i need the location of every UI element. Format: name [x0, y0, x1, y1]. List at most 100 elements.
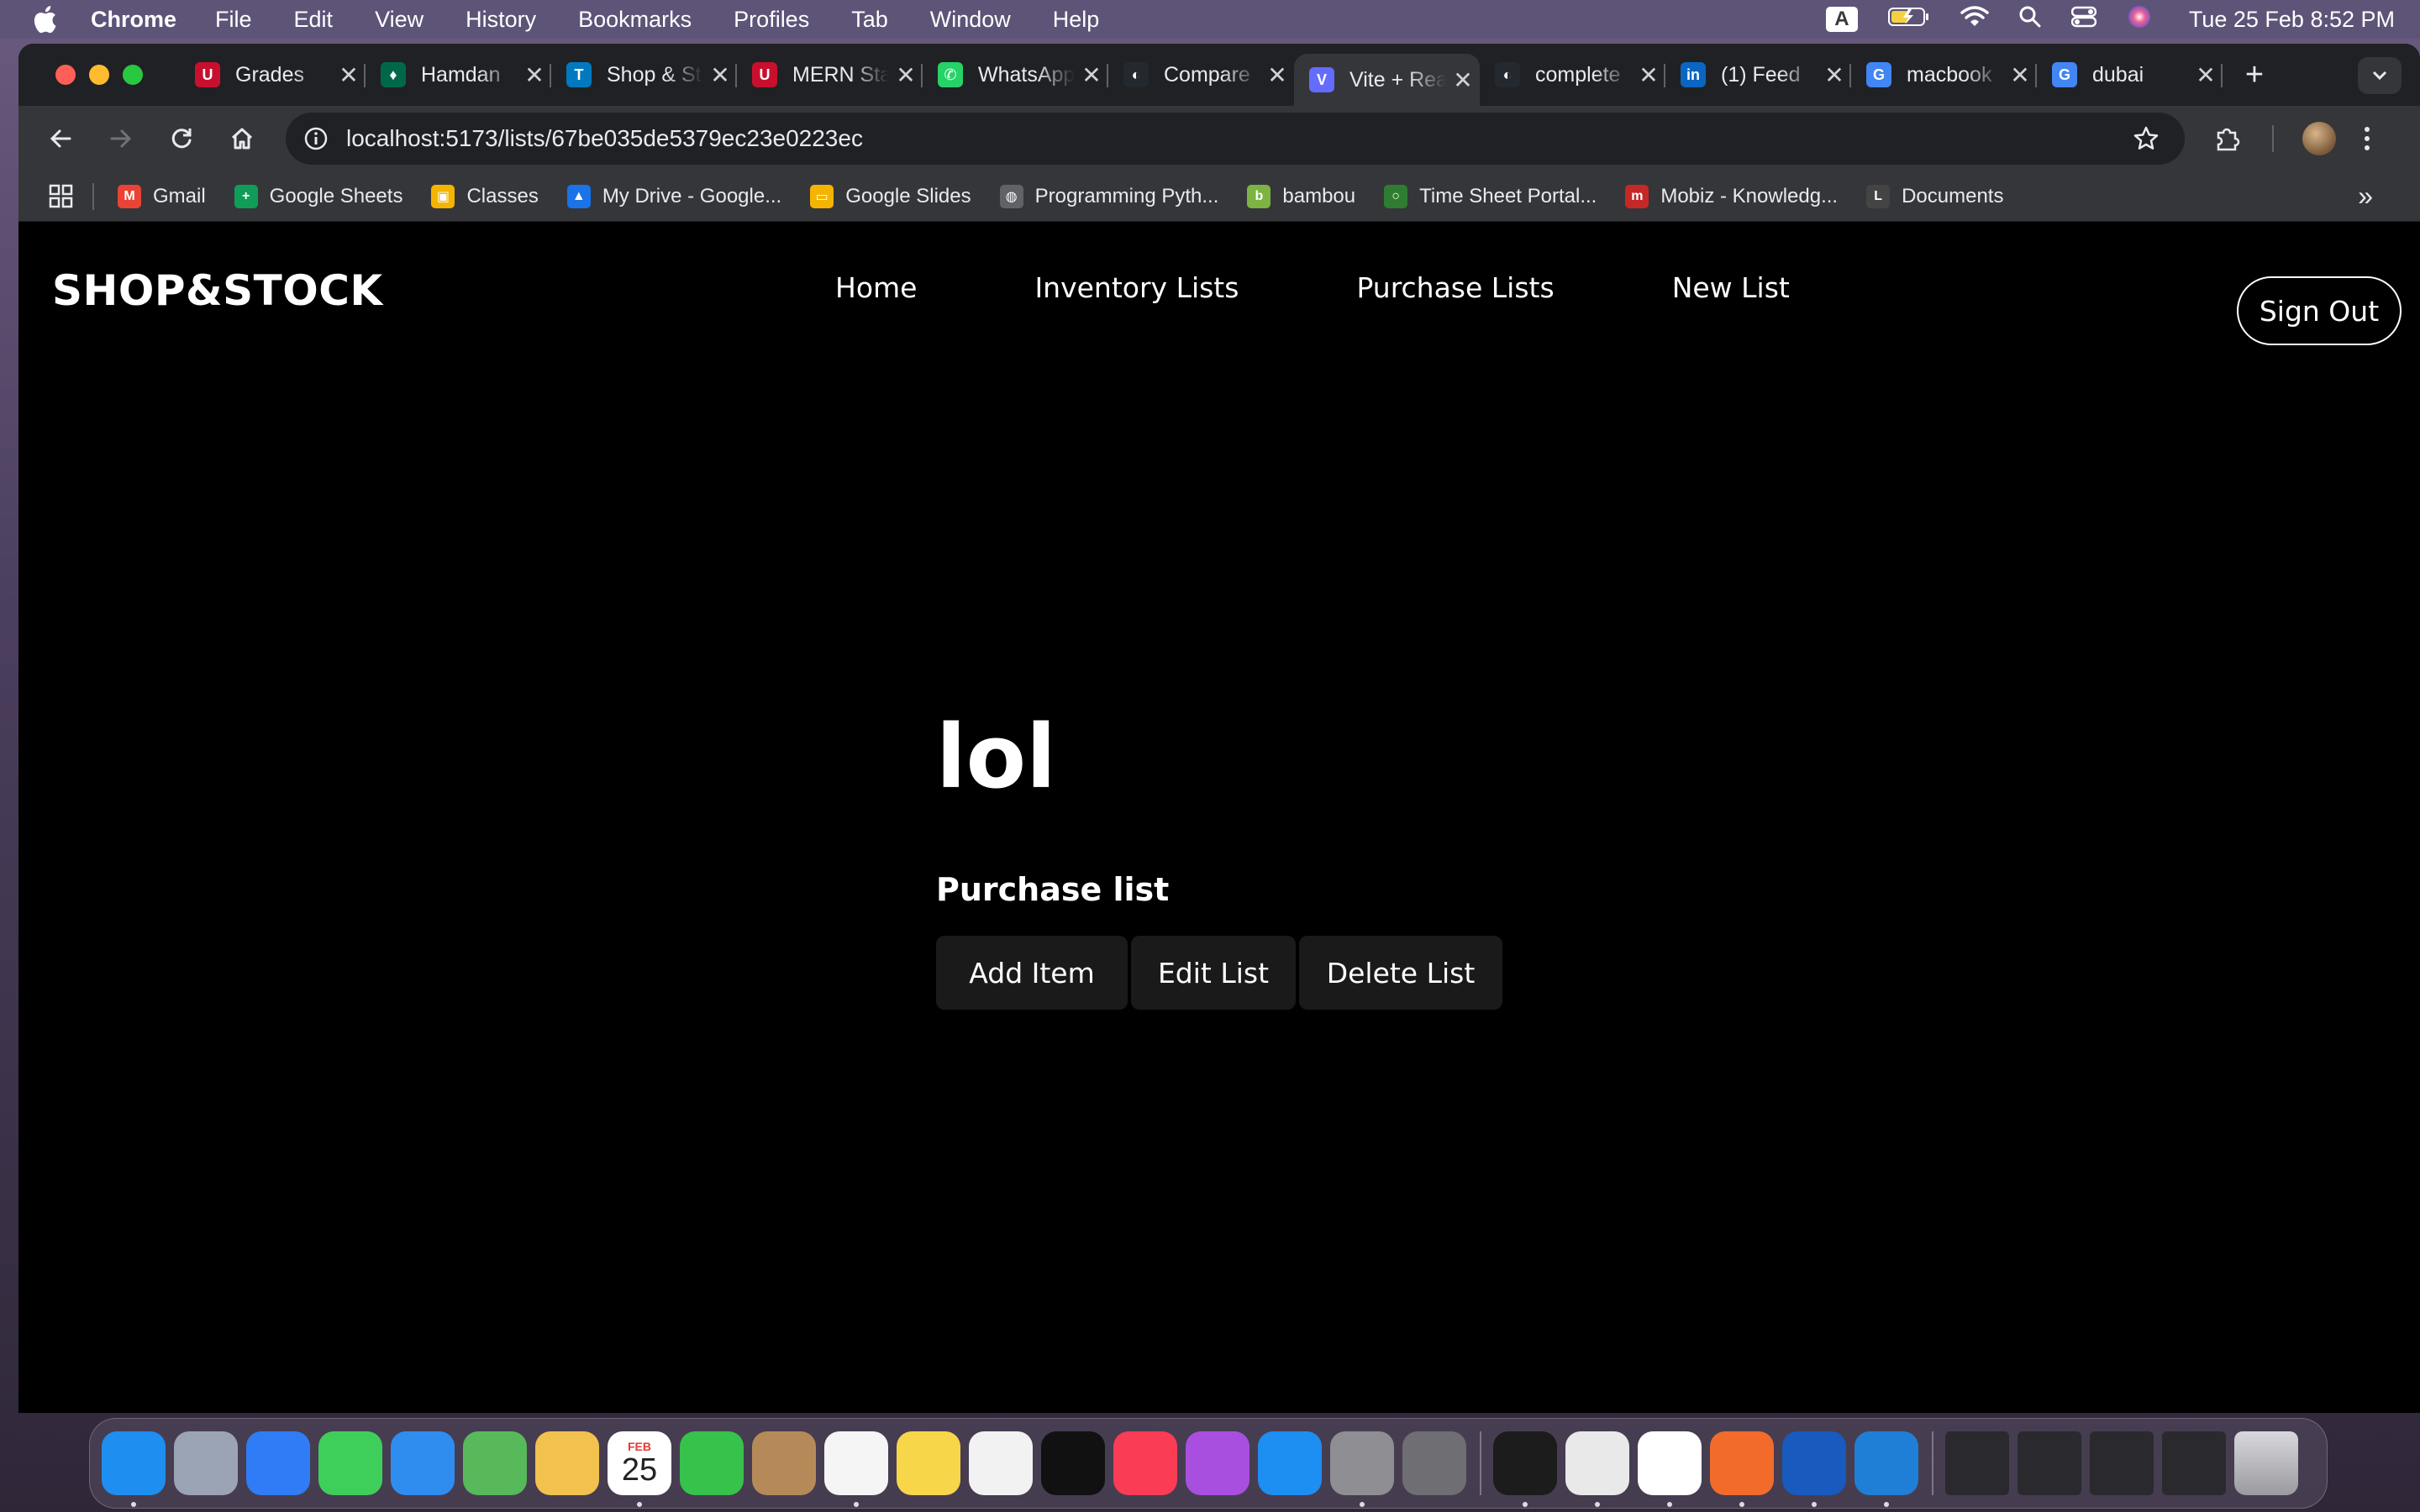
- bookmark-item[interactable]: ▲ My Drive - Google...: [566, 184, 781, 208]
- menu-history[interactable]: History: [466, 7, 536, 33]
- dock-contacts-icon[interactable]: [752, 1431, 816, 1495]
- menu-profiles[interactable]: Profiles: [734, 7, 809, 33]
- dock-minimized-window-thumbnail[interactable]: [2162, 1431, 2226, 1495]
- url-text[interactable]: localhost:5173/lists/67be035de5379ec23e0…: [346, 125, 863, 152]
- menu-bookmarks[interactable]: Bookmarks: [578, 7, 692, 33]
- extensions-puzzle-icon[interactable]: [2213, 124, 2242, 153]
- control-center-icon[interactable]: [2070, 6, 2097, 34]
- browser-tab[interactable]: Gdubai ✕: [2037, 44, 2223, 106]
- minimize-window-button[interactable]: [89, 65, 109, 85]
- dock-pen-tool-icon[interactable]: [1710, 1431, 1774, 1507]
- site-info-icon[interactable]: [304, 127, 328, 150]
- forward-button[interactable]: [91, 113, 151, 164]
- close-tab-icon[interactable]: ✕: [1818, 61, 1851, 89]
- close-tab-icon[interactable]: ✕: [1632, 61, 1665, 89]
- edit-list-button[interactable]: Edit List: [1131, 936, 1296, 1010]
- apple-menu-icon[interactable]: [32, 5, 66, 34]
- menu-clock[interactable]: Tue 25 Feb 8:52 PM: [2189, 7, 2395, 33]
- close-tab-icon[interactable]: ✕: [1446, 66, 1480, 94]
- more-bookmarks-chevron-icon[interactable]: »: [2358, 181, 2373, 212]
- dock-podcasts-icon[interactable]: [1186, 1431, 1249, 1495]
- bookmark-item[interactable]: ○ Time Sheet Portal...: [1384, 184, 1597, 208]
- menu-view[interactable]: View: [375, 7, 424, 33]
- sign-out-button[interactable]: Sign Out: [2237, 276, 2402, 345]
- close-tab-icon[interactable]: ✕: [518, 61, 551, 89]
- dock-reminders-icon[interactable]: [824, 1431, 888, 1507]
- browser-tab[interactable]: in (1) Feed ✕: [1665, 44, 1851, 106]
- wifi-icon[interactable]: [1960, 5, 1989, 34]
- apps-grid-icon[interactable]: [49, 184, 74, 209]
- dock-messages-icon[interactable]: [318, 1431, 382, 1495]
- battery-icon[interactable]: [1887, 6, 1930, 34]
- dock-safari-icon[interactable]: [246, 1431, 310, 1495]
- profile-avatar[interactable]: [2302, 122, 2336, 155]
- dock-photos-icon[interactable]: [535, 1431, 599, 1495]
- dock-calendar-icon[interactable]: FEB 25: [608, 1431, 671, 1507]
- dock-vscode-icon[interactable]: [1854, 1431, 1918, 1507]
- bookmark-item[interactable]: ◍ Programming Pyth...: [999, 184, 1218, 208]
- close-tab-icon[interactable]: ✕: [2003, 61, 2037, 89]
- dock-music-icon[interactable]: [1113, 1431, 1177, 1495]
- address-bar[interactable]: localhost:5173/lists/67be035de5379ec23e0…: [286, 113, 2185, 165]
- browser-tab[interactable]: T Shop & Stock✕: [551, 44, 737, 106]
- dock-minimized-window-thumbnail[interactable]: [2090, 1431, 2154, 1495]
- browser-tab[interactable]: U Grades ✕: [180, 44, 366, 106]
- bookmark-star-icon[interactable]: [2133, 125, 2160, 152]
- chrome-menu-icon[interactable]: [2363, 125, 2371, 152]
- nav-purchase-lists-link[interactable]: Purchase Lists: [1356, 271, 1554, 304]
- dock-terminal-icon[interactable]: [1493, 1431, 1557, 1507]
- browser-tab[interactable]: ◐ Compare ✕: [1108, 44, 1294, 106]
- dock-trash-icon[interactable]: [2234, 1431, 2298, 1495]
- dock-freeform-icon[interactable]: [969, 1431, 1033, 1495]
- home-button[interactable]: [212, 113, 272, 164]
- close-tab-icon[interactable]: ✕: [1075, 61, 1108, 89]
- dock-maps-icon[interactable]: [463, 1431, 527, 1495]
- close-tab-icon[interactable]: ✕: [1260, 61, 1294, 89]
- close-tab-icon[interactable]: ✕: [2189, 61, 2223, 89]
- menu-tab[interactable]: Tab: [851, 7, 888, 33]
- add-item-button[interactable]: Add Item: [936, 936, 1128, 1010]
- close-tab-icon[interactable]: ✕: [332, 61, 366, 89]
- browser-tab[interactable]: U MERN Stack✕: [737, 44, 923, 106]
- bookmark-item[interactable]: L Documents: [1866, 184, 2003, 208]
- bookmark-item[interactable]: + Google Sheets: [234, 184, 402, 208]
- bookmark-item[interactable]: ▣ Classes: [431, 184, 539, 208]
- dock-facetime-icon[interactable]: [680, 1431, 744, 1495]
- dock-launchpad-icon[interactable]: [174, 1431, 238, 1495]
- close-tab-icon[interactable]: ✕: [703, 61, 737, 89]
- nav-home-link[interactable]: Home: [835, 271, 917, 304]
- menu-file[interactable]: File: [215, 7, 252, 33]
- menu-window[interactable]: Window: [930, 7, 1011, 33]
- dock-system-settings-icon[interactable]: [1330, 1431, 1394, 1507]
- bookmark-item[interactable]: M Gmail: [118, 184, 206, 208]
- dock-notes-icon[interactable]: [897, 1431, 960, 1495]
- tab-search-button[interactable]: [2358, 57, 2402, 94]
- dock-mail-icon[interactable]: [391, 1431, 455, 1495]
- browser-tab[interactable]: V Vite + React✕: [1294, 54, 1480, 106]
- dock-app-store-icon[interactable]: [1258, 1431, 1322, 1495]
- browser-tab[interactable]: Gmacbook ✕: [1851, 44, 2037, 106]
- menu-edit[interactable]: Edit: [294, 7, 334, 33]
- close-window-button[interactable]: [55, 65, 76, 85]
- bookmark-item[interactable]: ▭ Google Slides: [810, 184, 971, 208]
- dock-minimized-window-thumbnail[interactable]: [2018, 1431, 2081, 1495]
- dock-slack-icon[interactable]: [1638, 1431, 1702, 1507]
- bookmark-item[interactable]: b bambou: [1247, 184, 1355, 208]
- spotlight-search-icon[interactable]: [2019, 6, 2041, 34]
- site-logo[interactable]: SHOP&STOCK: [52, 266, 383, 315]
- delete-list-button[interactable]: Delete List: [1299, 936, 1502, 1010]
- input-source-badge[interactable]: A: [1825, 7, 1858, 32]
- zoom-window-button[interactable]: [123, 65, 143, 85]
- back-button[interactable]: [30, 113, 91, 164]
- dock-finder-icon[interactable]: [102, 1431, 166, 1507]
- dock-iphone-mirroring-icon[interactable]: [1402, 1431, 1466, 1495]
- reload-button[interactable]: [151, 113, 212, 164]
- dock-chrome-icon[interactable]: [1565, 1431, 1629, 1507]
- close-tab-icon[interactable]: ✕: [889, 61, 923, 89]
- browser-tab[interactable]: ✆ WhatsApp ✕: [923, 44, 1108, 106]
- dock-word-icon[interactable]: [1782, 1431, 1846, 1507]
- menu-app-name[interactable]: Chrome: [91, 7, 176, 33]
- bookmark-item[interactable]: m Mobiz - Knowledg...: [1625, 184, 1838, 208]
- dock-minimized-window-thumbnail[interactable]: [1945, 1431, 2009, 1495]
- siri-icon[interactable]: [2127, 4, 2152, 35]
